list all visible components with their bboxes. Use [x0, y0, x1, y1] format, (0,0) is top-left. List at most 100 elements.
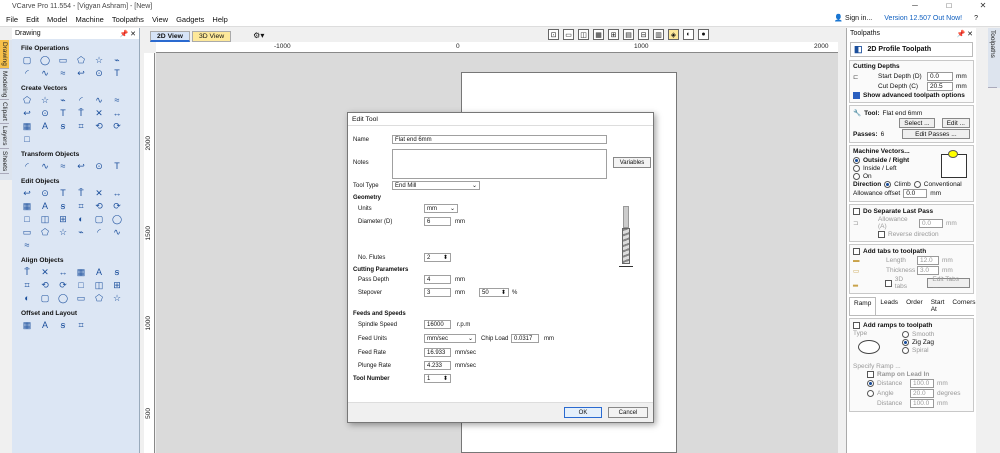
import-2-icon[interactable]: ⌁	[111, 55, 123, 66]
toolpath-view-icon[interactable]: ◈	[668, 29, 679, 40]
zoom-box-icon[interactable]: ▭	[563, 29, 574, 40]
undo-icon[interactable]: ⊙	[93, 68, 105, 79]
menu-help[interactable]: Help	[212, 15, 227, 24]
intersect-icon[interactable]: ꞩ	[57, 201, 69, 212]
new-file-icon[interactable]: ▢	[21, 55, 33, 66]
align-center-v-icon[interactable]: ↔	[57, 267, 69, 278]
menu-edit[interactable]: Edit	[26, 15, 39, 24]
redo-icon[interactable]: T	[111, 68, 123, 79]
align-h2-icon[interactable]: ⬠	[93, 293, 105, 304]
layers-icon[interactable]: ▥	[653, 29, 664, 40]
menu-model[interactable]: Model	[47, 15, 67, 24]
notes-textarea[interactable]	[392, 149, 607, 179]
copy-icon[interactable]: ∿	[39, 68, 51, 79]
units-dropdown[interactable]: mm ⌄	[424, 204, 458, 213]
select-tool-button[interactable]: Select ...	[899, 118, 935, 128]
offset-vector-icon[interactable]: ▦	[21, 320, 33, 331]
allowance-offset-input[interactable]: 0.0	[903, 189, 928, 198]
measure-icon[interactable]: □	[21, 134, 33, 145]
cancel-button[interactable]: Cancel	[608, 407, 648, 418]
pin-icon[interactable]: 📌	[956, 31, 965, 38]
diameter-input[interactable]: 6	[424, 217, 451, 226]
rectangle-icon[interactable]: ⌁	[57, 95, 69, 106]
smooth-radio[interactable]	[902, 331, 909, 338]
text-on-arc-icon[interactable]: ▦	[21, 121, 33, 132]
pass-depth-input[interactable]: 4	[424, 275, 451, 284]
panel-close-icon[interactable]: ✕	[967, 31, 973, 38]
ramp-angle-input[interactable]: 20.0	[910, 389, 934, 398]
offset-icon[interactable]: ✕	[93, 108, 105, 119]
minimize-button[interactable]: ─	[898, 0, 932, 11]
plunge-rate-input[interactable]: 4.233	[424, 361, 451, 370]
mirror-edit-icon[interactable]: ◯	[111, 214, 123, 225]
align-top-icon[interactable]: ꞩ	[111, 267, 123, 278]
tab-2d-view[interactable]: 2D View	[150, 31, 190, 42]
help-button[interactable]: ?	[974, 15, 978, 22]
hook-icon[interactable]: Ť	[75, 108, 87, 119]
insert-node-icon[interactable]: T	[57, 188, 69, 199]
subtab-ramp[interactable]: Ramp	[849, 297, 877, 315]
vectors-icon[interactable]: ⊟	[638, 29, 649, 40]
tab-thickness-input[interactable]: 3.0	[917, 266, 939, 275]
version-link[interactable]: Version 12.507 Out Now!	[884, 15, 962, 22]
corner-icon[interactable]: ◐	[75, 214, 87, 225]
align-center-icon[interactable]: Ť	[21, 267, 33, 278]
align-h3-icon[interactable]: ☆	[111, 293, 123, 304]
space-even-icon[interactable]: ⊞	[111, 280, 123, 291]
polyline-icon[interactable]: ≈	[111, 95, 123, 106]
scale-icon[interactable]: ≈	[57, 161, 69, 172]
close-vector-icon[interactable]: ◜	[93, 227, 105, 238]
cut-icon[interactable]: ⌗	[75, 201, 87, 212]
menu-toolpaths[interactable]: Toolpaths	[112, 15, 144, 24]
ramp-angle-radio[interactable]	[867, 390, 874, 397]
inside-radio[interactable]	[853, 165, 860, 172]
paste-icon[interactable]: ≈	[57, 68, 69, 79]
shade-icon[interactable]: ●	[698, 29, 709, 40]
open-file-icon[interactable]: ◯	[39, 55, 51, 66]
grid-icon[interactable]: ▦	[593, 29, 604, 40]
menu-view[interactable]: View	[152, 15, 168, 24]
zoom-extents-icon[interactable]: ⊡	[548, 29, 559, 40]
arc-icon[interactable]: ↩	[21, 108, 33, 119]
tool-name-input[interactable]: Flat end 6mm	[392, 135, 607, 144]
subtab-leads[interactable]: Leads	[876, 297, 902, 315]
subtab-corners[interactable]: Corners	[948, 297, 979, 315]
view-options-icon[interactable]: ⚙▾	[253, 31, 264, 42]
align-bottom-icon[interactable]: ⟲	[39, 280, 51, 291]
zoom-fit-icon[interactable]: ◫	[578, 29, 589, 40]
tool-number-spinner[interactable]: 1 ⬍	[424, 374, 451, 383]
curve-fit-icon[interactable]: ⌁	[75, 227, 87, 238]
pin-icon[interactable]: 📌	[119, 31, 128, 38]
ramp-lead-in-checkbox[interactable]	[867, 371, 874, 378]
menu-file[interactable]: File	[6, 15, 18, 24]
trim-icon[interactable]: Ť	[75, 188, 87, 199]
nest-icon[interactable]: ◐	[21, 293, 33, 304]
snap-icon[interactable]: ⊞	[608, 29, 619, 40]
extend-icon[interactable]: ✕	[93, 188, 105, 199]
group-icon[interactable]: □	[21, 214, 33, 225]
save-file-icon[interactable]: ▭	[57, 55, 69, 66]
bezier-icon[interactable]: ⟳	[111, 121, 123, 132]
ungroup-icon[interactable]: ◫	[39, 214, 51, 225]
tab-drawing[interactable]: Drawing	[0, 40, 9, 69]
spindle-speed-input[interactable]: 16000	[424, 320, 451, 329]
tab-toolpaths[interactable]: Toolpaths	[988, 28, 997, 88]
add-ramps-checkbox[interactable]	[853, 322, 860, 329]
climb-radio[interactable]	[884, 181, 892, 188]
stepover-input[interactable]: 3	[424, 288, 451, 297]
circular-array-icon[interactable]: ꞩ	[57, 320, 69, 331]
ok-button[interactable]: OK	[564, 407, 602, 418]
conventional-radio[interactable]	[913, 181, 921, 188]
spiral-radio[interactable]	[902, 347, 909, 354]
panel-close-icon[interactable]: ✕	[130, 31, 136, 38]
guides-icon[interactable]: ▤	[623, 29, 634, 40]
rotate-icon[interactable]: ∿	[39, 161, 51, 172]
close-button[interactable]: ✕	[966, 0, 1000, 11]
dimension-icon[interactable]: ꞩ	[57, 121, 69, 132]
align-left-icon[interactable]: ▦	[75, 267, 87, 278]
export-icon[interactable]: ◜	[21, 68, 33, 79]
offset-edit-icon[interactable]: ≈	[21, 240, 33, 251]
array-copy-icon[interactable]: A	[39, 320, 51, 331]
on-radio[interactable]	[853, 173, 860, 180]
join-icon[interactable]: ↔	[111, 188, 123, 199]
